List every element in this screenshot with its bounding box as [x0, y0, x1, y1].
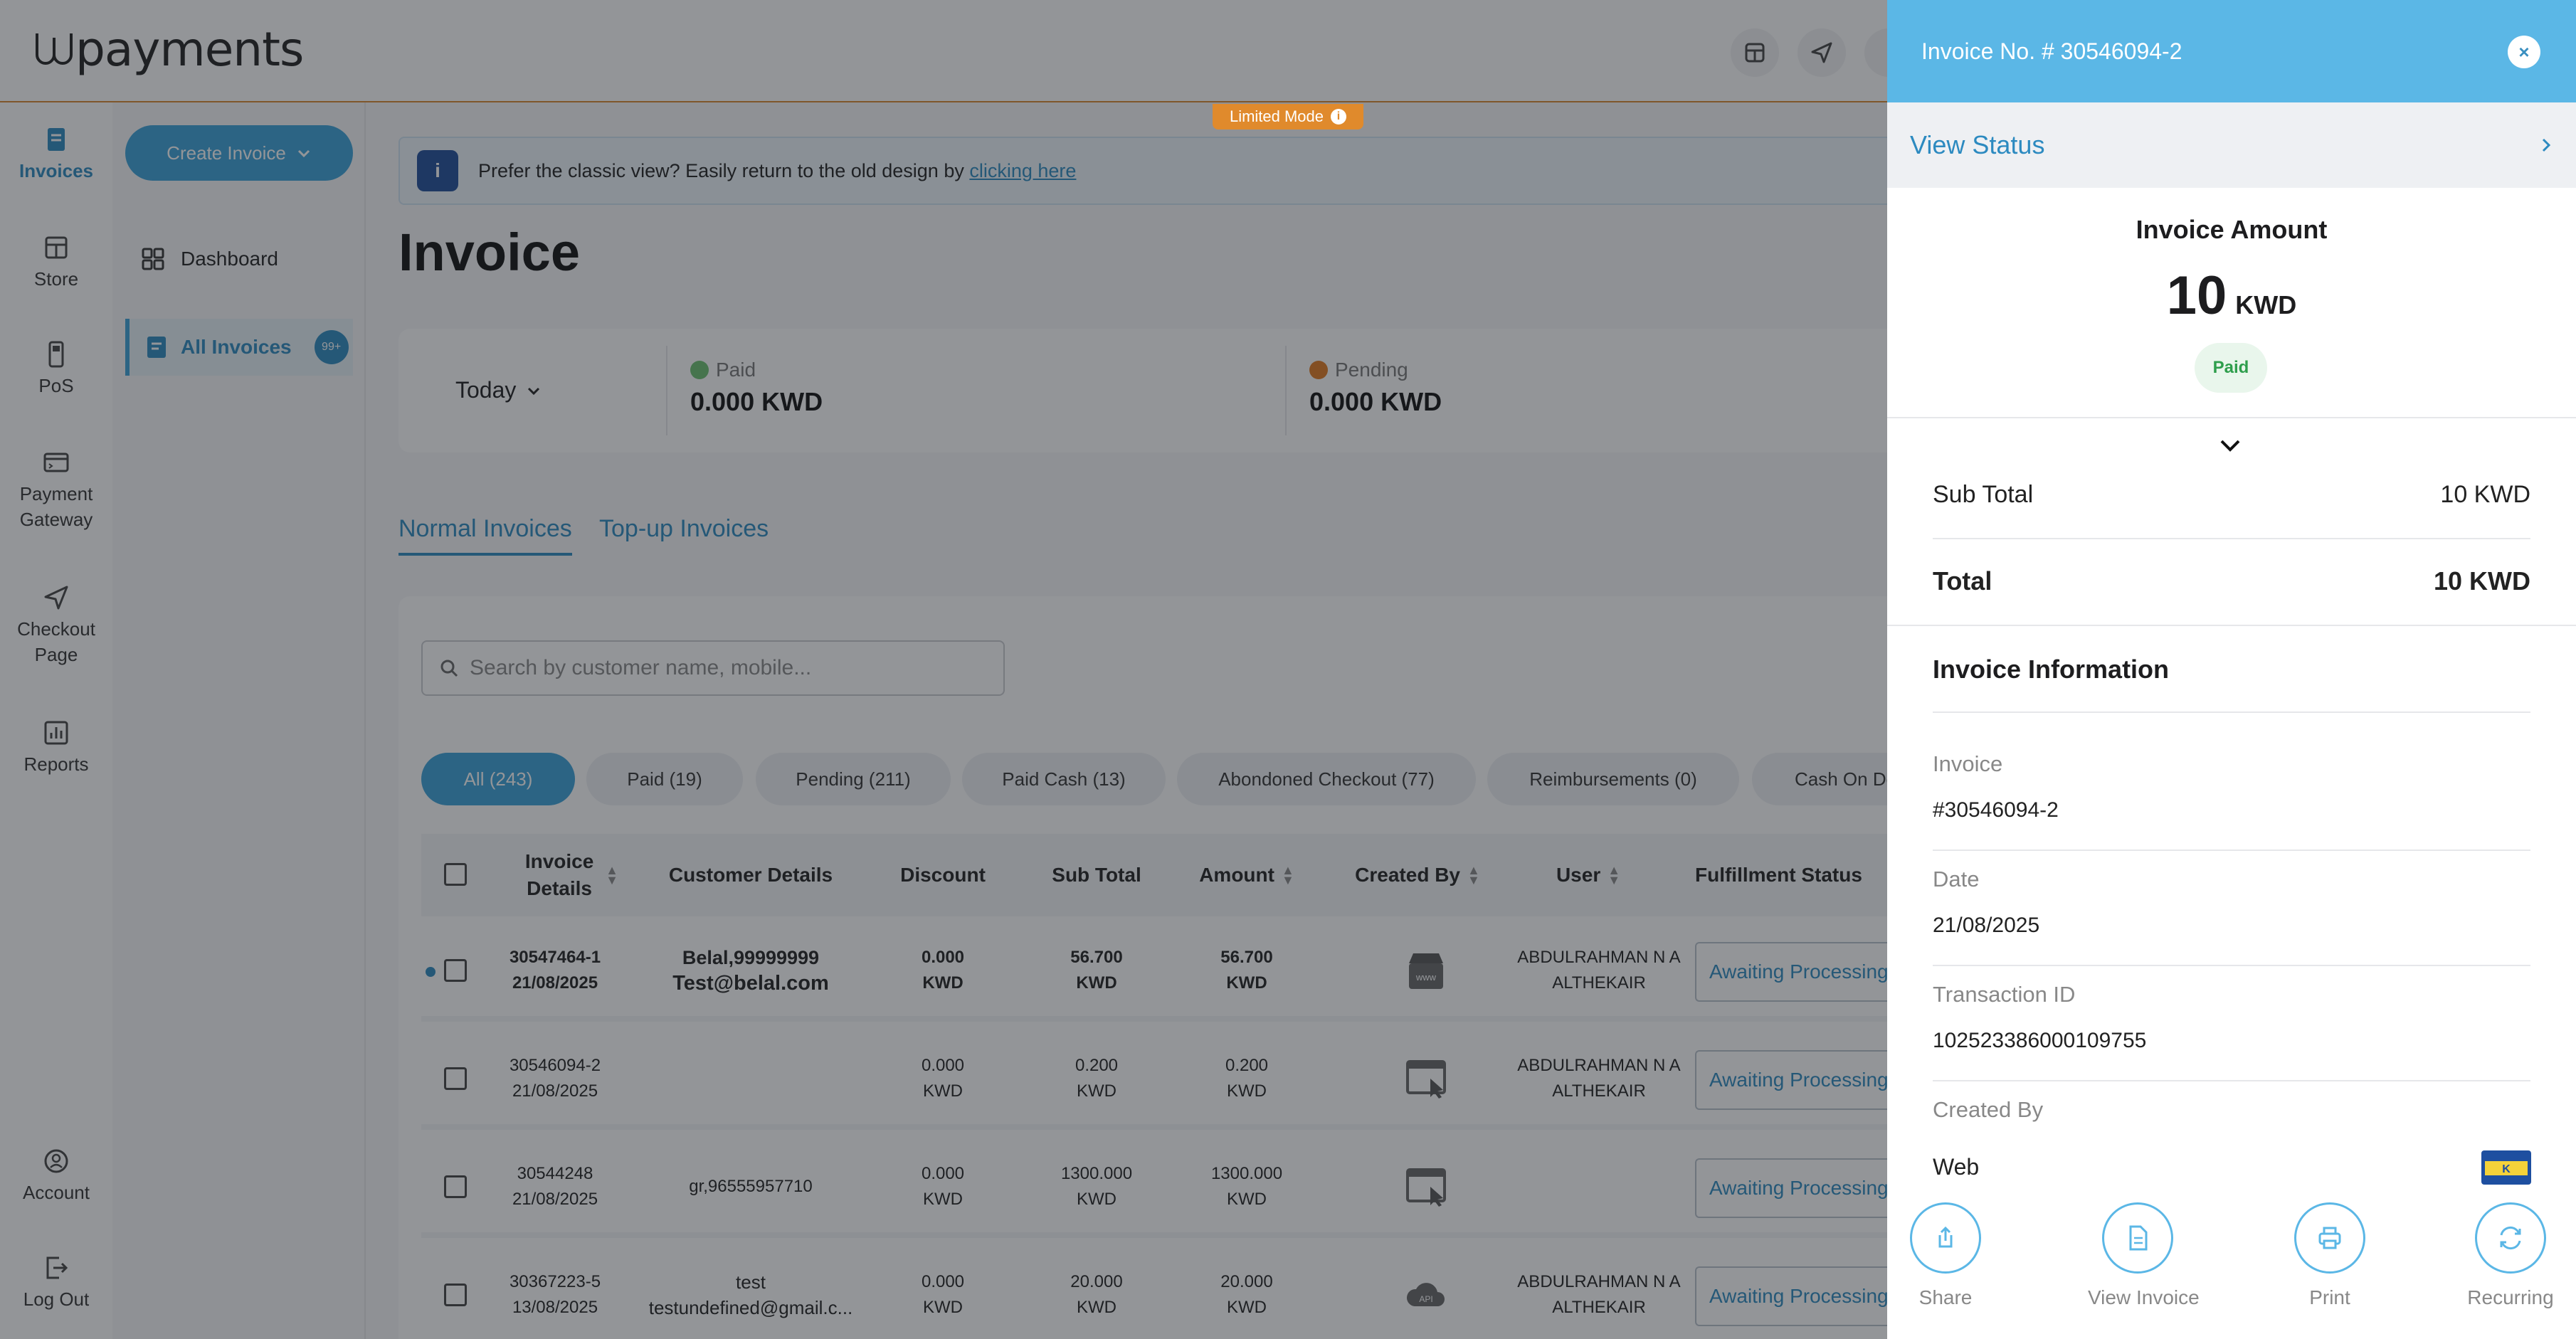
total-row: Total 10 KWD	[1933, 566, 2530, 596]
created-by-value: Web	[1933, 1154, 1980, 1180]
info-icon: i	[1331, 109, 1347, 125]
invoice-information-title: Invoice Information	[1933, 655, 2170, 684]
invoice-label: Invoice	[1933, 751, 2003, 776]
svg-text:K: K	[2502, 1163, 2511, 1175]
view-status-link[interactable]: View Status	[1887, 102, 2576, 188]
chevron-right-icon	[2542, 138, 2551, 152]
recurring-action[interactable]: Recurring	[2461, 1202, 2560, 1309]
divider	[1933, 538, 2530, 539]
drawer-title: Invoice No. # 30546094-2	[1921, 38, 2182, 64]
status-badge: Paid	[2195, 343, 2267, 393]
invoice-amount-label: Invoice Amount	[2136, 215, 2328, 244]
created-by-label: Created By	[1933, 1097, 2044, 1122]
divider	[1887, 625, 2576, 626]
view-invoice-action[interactable]: View Invoice	[2088, 1202, 2200, 1309]
divider	[1933, 1080, 2530, 1081]
transaction-id-label: Transaction ID	[1933, 982, 2076, 1007]
share-action[interactable]: Share	[1896, 1202, 1995, 1309]
invoice-value: #30546094-2	[1933, 798, 2059, 822]
date-value: 21/08/2025	[1933, 914, 2040, 937]
date-label: Date	[1933, 867, 1980, 891]
share-icon	[1938, 1226, 1953, 1248]
divider	[1933, 850, 2530, 851]
close-drawer-button[interactable]: ×	[2508, 36, 2540, 68]
divider	[1933, 711, 2530, 713]
limited-mode-badge: Limited Mode i	[1213, 104, 1363, 129]
divider	[1933, 965, 2530, 966]
invoice-amount: 10 KWD	[2166, 265, 2297, 326]
drawer-header: Invoice No. # 30546094-2	[1887, 0, 2576, 102]
subtotal-row: Sub Total 10 KWD	[1933, 481, 2530, 508]
refresh-icon	[2500, 1226, 2521, 1250]
document-icon	[2129, 1225, 2148, 1251]
knet-card-icon: K	[2481, 1150, 2531, 1185]
transaction-id-value: 102523386000109755	[1933, 1029, 2147, 1052]
chevron-down-icon[interactable]	[2217, 435, 2243, 457]
print-icon	[2318, 1227, 2341, 1249]
print-action[interactable]: Print	[2280, 1202, 2380, 1309]
divider	[1887, 417, 2576, 418]
modal-backdrop[interactable]	[0, 0, 1887, 1339]
